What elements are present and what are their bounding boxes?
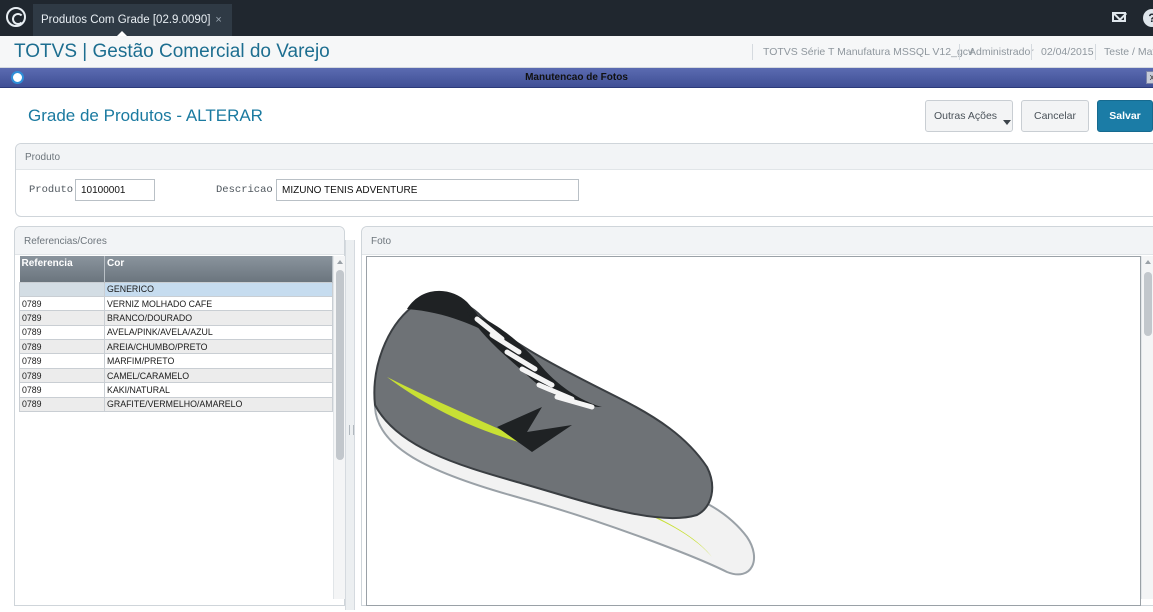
date-label[interactable]: 02/04/2015 <box>1041 46 1094 58</box>
foto-scrollbar[interactable] <box>1141 256 1153 599</box>
scrollbar-thumb[interactable] <box>336 270 344 460</box>
cell-referencia[interactable]: 0789 <box>19 324 105 341</box>
panel-splitter[interactable] <box>345 240 355 610</box>
more-actions-label: Outras Ações <box>934 110 998 122</box>
help-icon[interactable]: ? <box>1143 9 1153 27</box>
header-divider <box>1031 44 1032 60</box>
cell-referencia[interactable]: 0789 <box>19 367 105 384</box>
form-title: Grade de Produtos - ALTERAR <box>28 106 263 125</box>
cell-cor[interactable]: AREIA/CHUMBO/PRETO <box>104 339 333 355</box>
totvs-logo-icon[interactable] <box>6 7 26 27</box>
table-row[interactable]: 0789 AVELA/PINK/AVELA/AZUL <box>19 324 333 341</box>
table-row[interactable]: 0789 VERNIZ MOLHADO CAFE <box>19 295 333 312</box>
table-row[interactable]: 0789 GRAFITE/VERMELHO/AMARELO <box>19 396 333 413</box>
running-shoe-photo <box>373 290 756 576</box>
cell-cor[interactable]: MARFIM/PRETO <box>104 353 333 369</box>
table-row[interactable]: GENERICO <box>19 281 333 297</box>
foto-panel-title: Foto <box>362 227 1153 255</box>
cell-cor[interactable]: GENERICO <box>104 281 333 297</box>
tab-label: Produtos Com Grade [02.9.0090] <box>41 14 211 26</box>
cell-referencia[interactable]: 0789 <box>19 310 105 326</box>
environment-label[interactable]: TOTVS Série T Manufatura MSSQL V12_gcv <box>763 46 973 58</box>
dialog-close-icon[interactable]: x <box>1146 71 1153 84</box>
scrollbar-thumb[interactable] <box>1144 272 1152 336</box>
branch-label[interactable]: Teste / Matri <box>1104 46 1153 58</box>
save-button[interactable]: Salvar <box>1097 100 1153 132</box>
cell-referencia[interactable]: 0789 <box>19 295 105 312</box>
cell-cor[interactable]: GRAFITE/VERMELHO/AMARELO <box>104 396 333 413</box>
table-row[interactable]: 0789 KAKI/NATURAL <box>19 382 333 398</box>
mail-icon[interactable] <box>1112 12 1126 22</box>
grid-header-row: Referencia Cor <box>19 256 333 282</box>
cell-referencia[interactable]: 0789 <box>19 339 105 355</box>
shoe-upper <box>373 297 714 520</box>
header-divider <box>752 44 753 60</box>
table-row[interactable]: 0789 MARFIM/PRETO <box>19 353 333 369</box>
cancel-button[interactable]: Cancelar <box>1021 100 1089 132</box>
table-row[interactable]: 0789 AREIA/CHUMBO/PRETO <box>19 339 333 355</box>
table-row[interactable]: 0789 BRANCO/DOURADO <box>19 310 333 326</box>
produto-label: Produto <box>29 184 74 196</box>
tab-close-icon[interactable]: × <box>215 14 221 26</box>
dialog-title-bar: Manutencao de Fotos x <box>0 68 1153 88</box>
header-divider <box>959 44 960 60</box>
foto-viewer[interactable] <box>366 256 1141 606</box>
produto-input[interactable]: 10100001 <box>75 179 155 201</box>
table-row[interactable]: 0789 CAMEL/CARAMELO <box>19 367 333 384</box>
cell-referencia[interactable] <box>19 281 105 297</box>
cell-referencia[interactable]: 0789 <box>19 396 105 413</box>
scroll-up-icon[interactable] <box>1145 260 1151 264</box>
cell-cor[interactable]: AVELA/PINK/AVELA/AZUL <box>104 324 333 341</box>
cell-cor[interactable]: KAKI/NATURAL <box>104 382 333 398</box>
produto-group-title: Produto <box>16 144 1153 170</box>
column-header-cor[interactable]: Cor <box>104 256 333 282</box>
produto-group: Produto <box>15 143 1153 217</box>
header-divider <box>1095 44 1096 60</box>
app-header: TOTVS | Gestão Comercial do Varejo TOTVS… <box>0 36 1153 68</box>
user-label[interactable]: Administrador <box>969 46 1034 58</box>
scroll-up-icon[interactable] <box>337 260 343 264</box>
cell-referencia[interactable]: 0789 <box>19 382 105 398</box>
descricao-label: Descricao <box>216 184 273 196</box>
tab-produtos-com-grade[interactable]: Produtos Com Grade [02.9.0090] × <box>33 4 232 36</box>
column-header-referencia[interactable]: Referencia <box>19 256 105 282</box>
app-title: TOTVS | Gestão Comercial do Varejo <box>14 41 330 62</box>
chevron-down-icon <box>1003 120 1011 125</box>
dialog-title: Manutencao de Fotos <box>525 72 628 83</box>
cell-cor[interactable]: VERNIZ MOLHADO CAFE <box>104 295 333 312</box>
referencias-grid[interactable]: Referencia Cor GENERICO 0789 VERNIZ MOLHA… <box>19 256 333 413</box>
cell-referencia[interactable]: 0789 <box>19 353 105 369</box>
more-actions-button[interactable]: Outras Ações <box>925 100 1013 132</box>
tab-bar: Produtos Com Grade [02.9.0090] × ? <box>0 0 1153 37</box>
referencias-panel-title: Referencias/Cores <box>15 227 344 255</box>
cell-cor[interactable]: BRANCO/DOURADO <box>104 310 333 326</box>
cell-cor[interactable]: CAMEL/CARAMELO <box>104 367 333 384</box>
descricao-input[interactable]: MIZUNO TENIS ADVENTURE <box>276 179 579 201</box>
